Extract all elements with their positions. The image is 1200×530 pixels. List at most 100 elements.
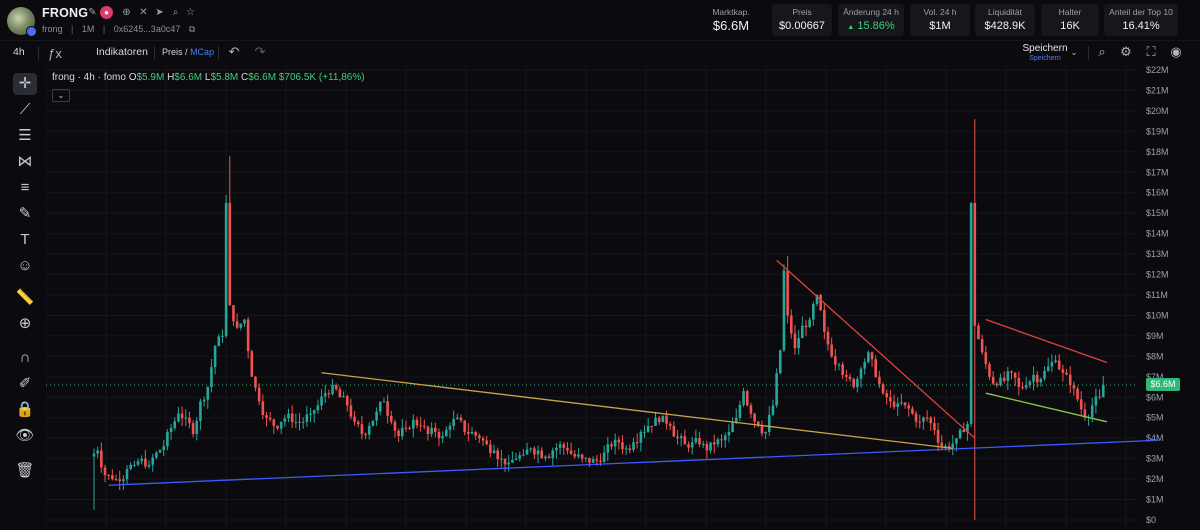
emoji-icon[interactable]: ☺ — [13, 255, 37, 277]
star-icon[interactable]: ☆ — [184, 6, 197, 19]
candle-body — [1021, 387, 1024, 389]
candle-body — [525, 449, 529, 455]
y-tick-label: $9M — [1146, 331, 1164, 341]
globe-icon[interactable]: ⊕ — [120, 6, 133, 19]
candle-body — [1068, 374, 1072, 385]
candle-body — [830, 344, 833, 357]
liquidity-stat: Liquidität $428.9K — [975, 4, 1035, 36]
text-tool-icon[interactable]: T — [13, 229, 37, 251]
copy-icon[interactable]: ⧉ — [189, 24, 195, 34]
crosshair-icon[interactable]: ✛ — [13, 73, 37, 95]
price-chart[interactable]: $22M $21M $20M $19M $18M $17M $16M $15M $14M $13M… — [46, 66, 1200, 530]
candle-body — [103, 467, 107, 475]
ruler-icon[interactable]: 📏 — [13, 287, 37, 309]
candle-body — [342, 396, 345, 398]
candle-body — [419, 425, 422, 427]
indicators-button[interactable]: Indikatoren — [96, 46, 148, 58]
telegram-icon[interactable]: ➤ — [153, 6, 166, 19]
y-tick-label: $2M — [1146, 474, 1164, 484]
candle-body — [404, 427, 408, 429]
candle-body — [1002, 377, 1006, 381]
candle-body — [478, 435, 481, 439]
trash-icon[interactable]: 🗑 — [13, 460, 37, 482]
candle-body — [1028, 381, 1032, 385]
contract-address[interactable]: 0x6245...3a0c47 — [114, 24, 181, 34]
candle-body — [1061, 369, 1065, 373]
candle-body — [657, 417, 661, 423]
candle-body — [595, 459, 599, 461]
search-icon[interactable]: ⌕ — [169, 6, 182, 19]
candle-body — [712, 442, 716, 445]
price-option[interactable]: Preis — [162, 47, 183, 57]
chevron-down-icon[interactable]: ⌄ — [1066, 44, 1082, 60]
trendline-icon[interactable]: ⟋ — [13, 99, 37, 121]
candle-body — [129, 464, 132, 469]
candle-body — [481, 438, 485, 441]
candle-body — [977, 325, 980, 340]
candle-body — [507, 462, 511, 465]
legend-collapse-chevron-icon[interactable]: ⌄ — [52, 89, 70, 102]
candle-body — [349, 405, 353, 417]
draw-lock-icon[interactable]: ✐ — [13, 373, 37, 395]
settings-gear-icon[interactable]: ⚙ — [1118, 44, 1134, 60]
toolbar-divider — [1088, 46, 1089, 60]
quick-search-icon[interactable]: ⌕ — [1094, 44, 1110, 60]
candle-body — [356, 421, 360, 425]
mcap-option[interactable]: MCap — [190, 47, 214, 57]
candle-body — [463, 420, 466, 433]
candle-body — [140, 458, 144, 462]
candle-body — [408, 427, 411, 429]
candle-body — [918, 421, 922, 423]
candle-body — [1024, 385, 1028, 388]
candle-body — [1079, 399, 1083, 410]
candle-body — [375, 411, 378, 421]
candle-body — [452, 418, 455, 426]
visibility-eye-icon[interactable]: 👁 — [13, 425, 37, 447]
camera-icon[interactable]: ◉ — [1168, 44, 1184, 60]
candle-body — [441, 436, 444, 439]
candle-body — [500, 458, 503, 460]
interval-selector[interactable]: 4h — [13, 46, 25, 58]
candle-body — [778, 350, 782, 374]
candle-body — [133, 464, 136, 466]
candle-body — [345, 396, 349, 406]
fullscreen-icon[interactable]: ⛶ — [1143, 44, 1159, 60]
candle-body — [1094, 396, 1098, 406]
candle-body — [599, 460, 602, 463]
candle-body — [723, 435, 727, 441]
magnet-icon[interactable]: ∩ — [13, 347, 37, 369]
candle-body — [569, 450, 573, 454]
x-icon[interactable]: ✕ — [137, 6, 150, 19]
edit-icon[interactable]: ✎ — [86, 6, 99, 19]
lock-icon[interactable]: 🔒 — [13, 399, 37, 421]
fib-tool-icon[interactable]: ≡ — [13, 177, 37, 199]
price-mcap-toggle[interactable]: Preis / MCap — [162, 47, 214, 57]
candle-body — [767, 414, 771, 433]
redo-icon[interactable]: ↷ — [252, 44, 268, 60]
pattern-icon[interactable]: ⋈ — [13, 151, 37, 173]
candle-body — [925, 417, 929, 419]
candle-body — [588, 457, 591, 463]
brush-icon[interactable]: ✎ — [13, 203, 37, 225]
candle-body — [639, 432, 643, 443]
y-tick-label: $0 — [1146, 515, 1156, 525]
candle-body — [837, 364, 841, 366]
zoom-in-icon[interactable]: ⊕ — [13, 313, 37, 335]
candlestick-chart-svg[interactable]: $22M $21M $20M $19M $18M $17M $16M $15M $14M $13M… — [46, 66, 1200, 530]
candle-body — [797, 338, 800, 349]
candle-body — [573, 453, 577, 457]
candle-body — [566, 447, 569, 451]
candle-body — [742, 391, 745, 405]
undo-icon[interactable]: ↶ — [226, 44, 242, 60]
horizontal-lines-icon[interactable]: ☰ — [13, 125, 37, 147]
candle-body — [276, 425, 279, 429]
candle-body — [184, 417, 188, 419]
candle-body — [92, 453, 96, 457]
candle-body — [305, 414, 309, 422]
add-indicator-icon[interactable]: ƒx — [47, 46, 63, 62]
chart-toolbar: 4h ƒx Indikatoren Preis / MCap ↶ ↷ Speic… — [0, 40, 1200, 64]
y-tick-label: $3M — [1146, 454, 1164, 464]
candle-body — [577, 454, 580, 457]
pump-icon[interactable]: ● — [100, 6, 113, 19]
current-price-tag: $6.6M — [1146, 378, 1180, 391]
